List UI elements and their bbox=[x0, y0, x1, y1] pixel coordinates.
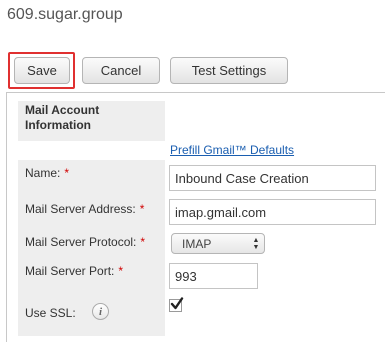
cancel-button[interactable]: Cancel bbox=[82, 57, 160, 84]
page-title: 609.sugar.group bbox=[7, 6, 123, 23]
section-label: Mail Account Information bbox=[18, 101, 165, 141]
server-protocol-label-cell: Mail Server Protocol: * bbox=[18, 228, 165, 260]
server-port-label-cell: Mail Server Port: * bbox=[18, 258, 165, 294]
test-settings-button[interactable]: Test Settings bbox=[170, 57, 288, 84]
server-port-label: Mail Server Port: bbox=[25, 264, 115, 278]
server-port-field[interactable]: 993 bbox=[169, 263, 258, 289]
server-protocol-value: IMAP bbox=[182, 236, 212, 251]
use-ssl-checkbox[interactable] bbox=[169, 297, 184, 312]
info-icon[interactable]: i bbox=[92, 303, 109, 320]
server-protocol-label: Mail Server Protocol: bbox=[25, 235, 137, 249]
prefill-gmail-link[interactable]: Prefill Gmail™ Defaults bbox=[170, 143, 294, 157]
name-label: Name: bbox=[25, 166, 61, 180]
up-down-arrows-icon: ▲ ▼ bbox=[252, 236, 260, 251]
server-protocol-select[interactable]: IMAP ▲ ▼ bbox=[171, 233, 265, 254]
server-address-label: Mail Server Address: bbox=[25, 202, 136, 216]
name-field[interactable]: Inbound Case Creation bbox=[169, 165, 376, 191]
required-marker: * bbox=[139, 202, 145, 216]
server-address-label-cell: Mail Server Address: * bbox=[18, 196, 165, 230]
checkmark-icon bbox=[170, 297, 184, 310]
use-ssl-label: Use SSL: bbox=[25, 306, 76, 320]
required-marker: * bbox=[140, 235, 146, 249]
required-marker: * bbox=[118, 264, 124, 278]
use-ssl-label-cell: Use SSL: bbox=[18, 293, 165, 336]
name-label-cell: Name: * bbox=[18, 160, 165, 198]
required-marker: * bbox=[64, 166, 70, 180]
save-button[interactable]: Save bbox=[14, 57, 70, 84]
server-address-field[interactable]: imap.gmail.com bbox=[169, 199, 376, 225]
